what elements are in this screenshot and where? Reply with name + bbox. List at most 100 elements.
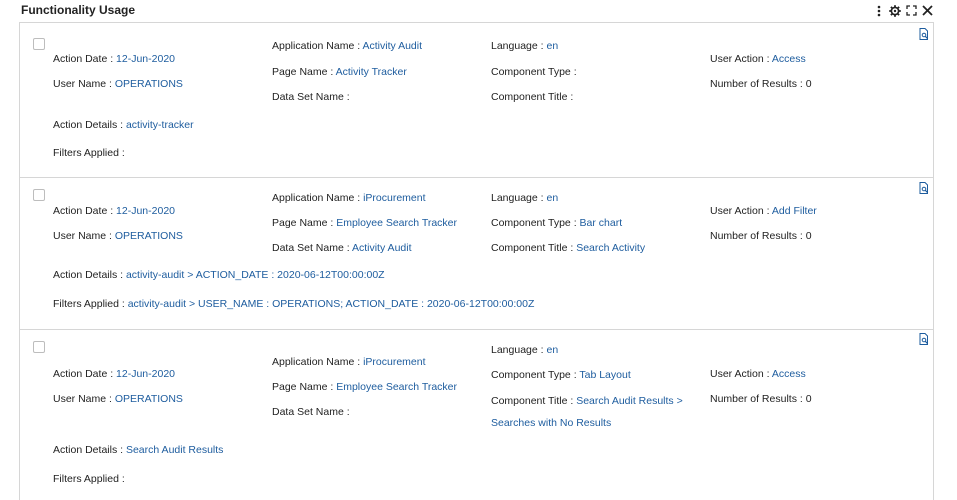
component-title-continued: Searches with No Results — [491, 417, 611, 429]
component-title-value: Search Audit Results > — [576, 395, 683, 407]
component-type-label: Component Type : — [491, 369, 577, 381]
action-date-value: 12-Jun-2020 — [116, 368, 176, 380]
user-action-label: User Action : — [710, 368, 770, 380]
user-name-value: OPERATIONS — [114, 78, 183, 90]
component-type-label: Component Type : — [491, 66, 577, 78]
page-name-value: Employee Search Tracker — [336, 217, 458, 229]
user-name-field: User Name : OPERATIONS — [53, 78, 183, 90]
user-action-label: User Action : — [710, 205, 770, 217]
component-title-label: Component Title : — [491, 91, 574, 103]
application-name-field: Application Name : iProcurement — [272, 192, 426, 204]
data-set-name-label: Data Set Name : — [272, 242, 350, 254]
view-details-icon[interactable] — [919, 28, 929, 40]
language-label: Language : — [491, 40, 544, 52]
user-name-value: OPERATIONS — [114, 230, 183, 242]
component-title-value: Search Activity — [576, 242, 646, 254]
action-date-field: Action Date : 12-Jun-2020 — [53, 368, 175, 380]
action-details-label: Action Details : — [53, 119, 124, 131]
number-of-results-label: Number of Results : — [710, 78, 803, 90]
component-title-field: Component Title : Search Activity — [491, 242, 645, 254]
language-value: en — [546, 192, 559, 204]
component-title-label: Component Title : — [491, 395, 574, 407]
usage-list: Action Date : 12-Jun-2020 User Name : OP… — [19, 22, 934, 500]
number-of-results-field: Number of Results : 0 — [710, 393, 812, 405]
usage-record: Action Date : 12-Jun-2020 User Name : OP… — [20, 177, 933, 330]
action-date-label: Action Date : — [53, 53, 114, 65]
usage-record: Action Date : 12-Jun-2020 User Name : OP… — [20, 23, 933, 178]
action-details-value: activity-tracker — [125, 119, 194, 131]
user-action-value: Access — [771, 53, 806, 65]
application-name-label: Application Name : — [272, 192, 361, 204]
portlet-header: Functionality Usage — [0, 0, 957, 22]
data-set-name-label: Data Set Name : — [272, 91, 350, 103]
component-type-field: Component Type : — [491, 66, 577, 78]
view-details-icon[interactable] — [919, 333, 929, 345]
view-details-icon[interactable] — [919, 182, 929, 194]
data-set-name-field: Data Set Name : Activity Audit — [272, 242, 412, 254]
action-details-field: Action Details : activity-audit > ACTION… — [53, 269, 385, 281]
component-title-label: Component Title : — [491, 242, 574, 254]
language-value: en — [546, 40, 559, 52]
data-set-name-field: Data Set Name : — [272, 91, 350, 103]
application-name-value: iProcurement — [363, 356, 426, 368]
page-name-field: Page Name : Employee Search Tracker — [272, 217, 457, 229]
settings-gear-icon[interactable] — [889, 4, 901, 17]
action-date-field: Action Date : 12-Jun-2020 — [53, 53, 175, 65]
page-name-label: Page Name : — [272, 66, 334, 78]
page-name-field: Page Name : Activity Tracker — [272, 66, 407, 78]
action-details-field: Action Details : Search Audit Results — [53, 444, 223, 456]
usage-record: Action Date : 12-Jun-2020 User Name : OP… — [20, 329, 933, 500]
user-action-value: Access — [771, 368, 806, 380]
expand-icon[interactable] — [905, 4, 917, 17]
record-checkbox[interactable] — [33, 189, 45, 201]
page-name-label: Page Name : — [272, 381, 334, 393]
filters-applied-label: Filters Applied : — [53, 473, 125, 485]
component-type-field: Component Type : Bar chart — [491, 217, 622, 229]
action-date-value: 12-Jun-2020 — [116, 53, 176, 65]
record-checkbox[interactable] — [33, 341, 45, 353]
more-vertical-icon[interactable] — [873, 4, 885, 17]
data-set-name-label: Data Set Name : — [272, 406, 350, 418]
action-details-label: Action Details : — [53, 444, 124, 456]
filters-applied-field: Filters Applied : — [53, 473, 125, 485]
user-name-field: User Name : OPERATIONS — [53, 393, 183, 405]
user-name-label: User Name : — [53, 230, 112, 242]
number-of-results-field: Number of Results : 0 — [710, 78, 812, 90]
header-actions — [873, 4, 933, 17]
component-type-value: Bar chart — [579, 217, 623, 229]
action-details-label: Action Details : — [53, 269, 124, 281]
close-icon[interactable] — [921, 4, 933, 17]
language-label: Language : — [491, 344, 544, 356]
number-of-results-label: Number of Results : — [710, 230, 803, 242]
action-date-field: Action Date : 12-Jun-2020 — [53, 205, 175, 217]
component-type-field: Component Type : Tab Layout — [491, 369, 631, 381]
page-name-field: Page Name : Employee Search Tracker — [272, 381, 457, 393]
component-type-value: Tab Layout — [579, 369, 631, 381]
action-date-label: Action Date : — [53, 205, 114, 217]
action-details-value: activity-audit > ACTION_DATE : 2020-06-1… — [125, 269, 385, 281]
application-name-value: Activity Audit — [362, 40, 423, 52]
filters-applied-label: Filters Applied : — [53, 147, 125, 159]
user-action-field: User Action : Add Filter — [710, 205, 817, 217]
page-name-label: Page Name : — [272, 217, 334, 229]
user-name-value: OPERATIONS — [114, 393, 183, 405]
user-name-label: User Name : — [53, 78, 112, 90]
filters-applied-field: Filters Applied : — [53, 147, 125, 159]
panel-title: Functionality Usage — [21, 3, 136, 17]
filters-applied-label: Filters Applied : — [53, 298, 125, 310]
component-title-value-continued: Searches with No Results — [491, 417, 612, 429]
data-set-name-field: Data Set Name : — [272, 406, 350, 418]
component-title-field: Component Title : Search Audit Results > — [491, 395, 683, 407]
language-field: Language : en — [491, 344, 558, 356]
record-checkbox[interactable] — [33, 38, 45, 50]
page-name-value: Activity Tracker — [335, 66, 407, 78]
number-of-results-value: 0 — [805, 78, 812, 90]
filters-applied-value: activity-audit > USER_NAME : OPERATIONS;… — [127, 298, 535, 310]
user-action-label: User Action : — [710, 53, 770, 65]
component-type-label: Component Type : — [491, 217, 577, 229]
application-name-label: Application Name : — [272, 40, 361, 52]
number-of-results-value: 0 — [805, 393, 812, 405]
action-date-label: Action Date : — [53, 368, 114, 380]
page-name-value: Employee Search Tracker — [336, 381, 458, 393]
application-name-field: Application Name : iProcurement — [272, 356, 426, 368]
